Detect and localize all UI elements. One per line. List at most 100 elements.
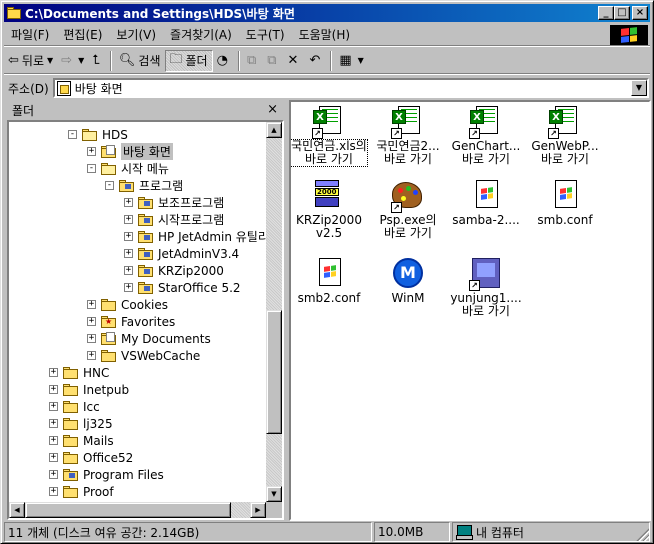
file-item[interactable]: X ↗ 국민연금.xls의 바로 가기	[291, 106, 368, 167]
expand-icon[interactable]: +	[49, 385, 58, 394]
copy-to-button[interactable]: ⧉	[263, 50, 283, 72]
file-item[interactable]: X ↗ 국민연금2... 바로 가기	[370, 106, 446, 166]
collapse-icon[interactable]: -	[105, 181, 114, 190]
delete-button[interactable]: ✕	[284, 50, 306, 72]
close-button[interactable]: ×	[632, 6, 648, 20]
maximize-button[interactable]: □	[614, 6, 630, 20]
back-label: 뒤로	[21, 54, 44, 68]
chevron-down-icon[interactable]: ▼	[358, 56, 364, 65]
up-button[interactable]: ⮤	[88, 50, 107, 72]
file-item[interactable]: ↗ Psp.exe의 바로 가기	[370, 180, 446, 240]
search-button[interactable]: 🔍︎ 검색	[115, 50, 165, 72]
tree-item[interactable]: - 프로그램	[105, 177, 183, 194]
tree-item[interactable]: + Proof	[49, 483, 114, 500]
expand-icon[interactable]: +	[124, 232, 133, 241]
tree-item[interactable]: + Favorites	[87, 313, 175, 330]
expand-icon[interactable]: +	[49, 436, 58, 445]
tree-item[interactable]: + 시작프로그램	[124, 211, 224, 228]
tree-item[interactable]: + HP JetAdmin 유틸리	[124, 228, 269, 245]
file-item[interactable]: smb2.conf	[291, 258, 367, 305]
tree-item[interactable]: - HDS	[68, 126, 128, 143]
scroll-right-button[interactable]: ▶	[250, 502, 266, 518]
resize-grip-icon[interactable]	[635, 527, 649, 541]
expand-icon[interactable]: +	[124, 215, 133, 224]
expand-icon[interactable]: +	[124, 266, 133, 275]
tree-item[interactable]: + Office52	[49, 449, 133, 466]
views-button[interactable]: ▦ ▼	[335, 50, 367, 72]
move-to-button[interactable]: ⧉	[243, 50, 263, 72]
tree-item[interactable]: + Program Files	[49, 466, 164, 483]
folders-icon: 🗀	[169, 51, 183, 67]
folders-button[interactable]: 🗀 폴더	[164, 49, 213, 72]
file-item[interactable]: M WinM	[370, 258, 446, 305]
expand-icon[interactable]: +	[49, 487, 58, 496]
expand-icon[interactable]: +	[49, 368, 58, 377]
vertical-scrollbar[interactable]: ▲ ▼	[266, 122, 282, 502]
forward-button[interactable]: ⇨ ▼	[57, 50, 88, 72]
tree-item[interactable]: + My Documents	[87, 330, 211, 347]
history-button[interactable]: ◔	[213, 50, 235, 72]
menu-favorites[interactable]: 즐겨찾기(A)	[163, 26, 239, 43]
scroll-left-button[interactable]: ◀	[9, 502, 25, 518]
tree-item[interactable]: + VSWebCache	[87, 347, 200, 364]
tree-item[interactable]: + 바탕 화면	[87, 143, 173, 160]
folder-icon	[63, 468, 79, 481]
expand-icon[interactable]: +	[87, 351, 96, 360]
file-list-pane[interactable]: X ↗ 국민연금.xls의 바로 가기 X ↗ 국민연금2... 바로 가기 X ↗ GenCh…	[289, 100, 651, 521]
tree-item[interactable]: + lj325	[49, 415, 113, 432]
folder-pane-header: 폴더 ×	[4, 100, 284, 120]
menu-edit[interactable]: 편집(E)	[56, 26, 109, 43]
tree-item[interactable]: + Cookies	[87, 296, 168, 313]
scroll-up-button[interactable]: ▲	[266, 122, 282, 138]
horizontal-scrollbar[interactable]: ◀ ▶	[9, 502, 266, 518]
tree-item[interactable]: + StarOffice 5.2	[124, 279, 241, 296]
menu-view[interactable]: 보기(V)	[109, 26, 163, 43]
expand-icon[interactable]: +	[49, 419, 58, 428]
file-item[interactable]: X ↗ GenWebP... 바로 가기	[527, 106, 603, 166]
scroll-thumb[interactable]	[266, 310, 282, 434]
minimize-button[interactable]: _	[598, 6, 614, 20]
tree-item[interactable]: + HNC	[49, 364, 109, 381]
file-item[interactable]: smb.conf	[527, 180, 603, 227]
folder-tree[interactable]: - HDS + 바탕 화면 - 시작 메뉴 - 프로그램 + 보조프로그램 + 시작프로그램 + HP J…	[7, 120, 284, 520]
menu-help[interactable]: 도움말(H)	[292, 26, 358, 43]
file-item[interactable]: samba-2....	[448, 180, 524, 227]
address-input[interactable]: 바탕 화면 ▼	[52, 78, 649, 98]
expand-icon[interactable]: +	[87, 300, 96, 309]
tree-item[interactable]: + JetAdminV3.4	[124, 245, 239, 262]
folder-icon	[119, 179, 135, 192]
delete-icon: ✕	[287, 53, 299, 68]
undo-button[interactable]: ↶	[305, 50, 327, 72]
tree-item[interactable]: + Inetpub	[49, 381, 129, 398]
tree-item[interactable]: - 시작 메뉴	[87, 160, 169, 177]
expand-icon[interactable]: +	[49, 402, 58, 411]
title-bar[interactable]: C:\Documents and Settings\HDS\바탕 화면 _ □ …	[4, 4, 650, 22]
tree-item[interactable]: + Icc	[49, 398, 100, 415]
chevron-down-icon[interactable]: ▼	[631, 80, 647, 96]
windows-file-icon	[549, 180, 581, 212]
expand-icon[interactable]: +	[87, 317, 96, 326]
expand-icon[interactable]: +	[124, 283, 133, 292]
expand-icon[interactable]: +	[87, 147, 96, 156]
collapse-icon[interactable]: -	[68, 130, 77, 139]
expand-icon[interactable]: +	[124, 198, 133, 207]
close-icon[interactable]: ×	[267, 102, 278, 117]
file-item[interactable]: ↗ yunjung1.... 바로 가기	[448, 258, 524, 318]
expand-icon[interactable]: +	[49, 470, 58, 479]
expand-icon[interactable]: +	[124, 249, 133, 258]
scroll-thumb[interactable]	[25, 502, 231, 518]
chevron-down-icon[interactable]: ▼	[78, 56, 84, 65]
scroll-down-button[interactable]: ▼	[266, 486, 282, 502]
expand-icon[interactable]: +	[87, 334, 96, 343]
file-item[interactable]: X ↗ GenChart... 바로 가기	[448, 106, 524, 166]
back-button[interactable]: ⇦ 뒤로 ▼	[4, 50, 57, 72]
file-item[interactable]: 2000 KRZip2000 v2.5	[291, 180, 367, 240]
menu-tools[interactable]: 도구(T)	[239, 26, 292, 43]
expand-icon[interactable]: +	[49, 453, 58, 462]
menu-file[interactable]: 파일(F)	[4, 26, 56, 43]
tree-item[interactable]: + 보조프로그램	[124, 194, 224, 211]
chevron-down-icon[interactable]: ▼	[47, 56, 53, 65]
collapse-icon[interactable]: -	[87, 164, 96, 173]
tree-item[interactable]: + KRZip2000	[124, 262, 224, 279]
tree-item[interactable]: + Mails	[49, 432, 114, 449]
